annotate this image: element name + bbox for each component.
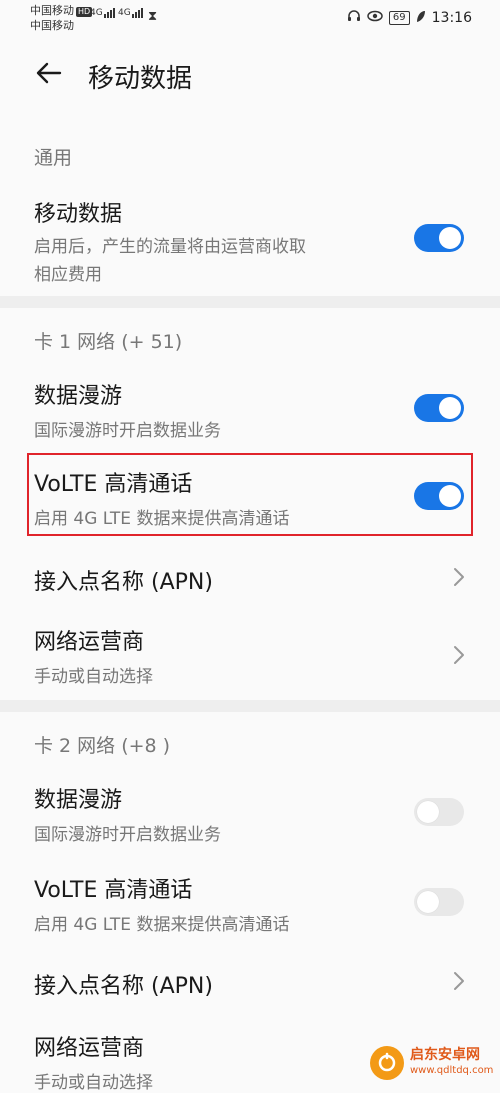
row-subtitle: 启用 4G LTE 数据来提供高清通话 (34, 915, 290, 935)
row-title: 数据漫游 (34, 384, 123, 409)
sim1-roaming-toggle[interactable] (414, 394, 464, 422)
chevron-right-icon (454, 646, 464, 664)
section-header-sim2: 卡 2 网络 (+8 ) (34, 735, 171, 757)
row-sim2-roaming[interactable]: 数据漫游 国际漫游时开启数据业务 (0, 772, 500, 854)
row-sim1-apn[interactable]: 接入点名称 (APN) (0, 546, 500, 610)
signal-1-label: 4G (90, 8, 103, 18)
row-title: 接入点名称 (APN) (34, 974, 213, 999)
watermark: 启东安卓网 www.qdltdq.com (370, 1046, 493, 1080)
row-subtitle: 手动或自动选择 (34, 667, 153, 687)
status-time: 13:16 (431, 10, 472, 26)
sim2-volte-toggle[interactable] (414, 888, 464, 916)
app-bar: 移动数据 (0, 44, 500, 108)
carrier-2: 中国移动 (30, 19, 74, 32)
row-sim2-apn[interactable]: 接入点名称 (APN) (0, 950, 500, 1014)
watermark-logo-icon (370, 1046, 404, 1080)
sim2-roaming-toggle[interactable] (414, 798, 464, 826)
row-sim2-volte[interactable]: VoLTE 高清通话 启用 4G LTE 数据来提供高清通话 (0, 862, 500, 944)
section-divider (0, 700, 500, 712)
row-title: 网络运营商 (34, 630, 145, 655)
leaf-icon (416, 10, 426, 27)
row-subtitle: 手动或自动选择 (34, 1073, 153, 1093)
row-subtitle: 启用 4G LTE 数据来提供高清通话 (34, 509, 290, 529)
row-title: VoLTE 高清通话 (34, 878, 193, 903)
chevron-right-icon (454, 972, 464, 990)
row-title: 接入点名称 (APN) (34, 570, 213, 595)
signal-2-label: 4G (118, 8, 131, 18)
row-title: VoLTE 高清通话 (34, 472, 193, 497)
signal-1-icon: 4G (90, 8, 115, 18)
eye-icon (367, 10, 383, 26)
headset-icon (347, 9, 361, 27)
row-title: 网络运营商 (34, 1036, 145, 1061)
row-sim1-operator[interactable]: 网络运营商 手动或自动选择 (0, 614, 500, 698)
status-bar: 中国移动 HD 中国移动 4G 4G ⧗ 69 13:16 (0, 0, 500, 36)
row-subtitle-2: 相应费用 (34, 265, 102, 285)
row-sim1-volte[interactable]: VoLTE 高清通话 启用 4G LTE 数据来提供高清通话 (0, 456, 500, 536)
signal-2-icon: 4G (118, 8, 143, 18)
row-subtitle: 国际漫游时开启数据业务 (34, 421, 221, 441)
status-right: 69 13:16 (347, 9, 472, 27)
section-header-general: 通用 (34, 147, 73, 169)
back-arrow-icon[interactable] (34, 58, 64, 88)
row-subtitle: 启用后，产生的流量将由运营商收取 (34, 237, 306, 257)
sim1-volte-toggle[interactable] (414, 482, 464, 510)
carrier-1-label: 中国移动 (30, 4, 74, 17)
carrier-1: 中国移动 HD (30, 4, 93, 17)
section-header-sim1: 卡 1 网络 (+ 51) (34, 331, 183, 353)
section-divider (0, 296, 500, 308)
battery-icon: 69 (388, 11, 410, 25)
hourglass-icon: ⧗ (148, 9, 158, 24)
row-sim1-roaming[interactable]: 数据漫游 国际漫游时开启数据业务 (0, 370, 500, 452)
row-mobile-data[interactable]: 移动数据 启用后，产生的流量将由运营商收取 相应费用 (0, 186, 500, 294)
watermark-name: 启东安卓网 (410, 1047, 480, 1063)
row-title: 数据漫游 (34, 788, 123, 813)
watermark-url: www.qdltdq.com (410, 1065, 494, 1076)
row-subtitle: 国际漫游时开启数据业务 (34, 825, 221, 845)
watermark-text: 启东安卓网 www.qdltdq.com (410, 1048, 493, 1078)
page-title: 移动数据 (88, 64, 193, 94)
row-title: 移动数据 (34, 202, 123, 227)
chevron-right-icon (454, 568, 464, 586)
mobile-data-toggle[interactable] (414, 224, 464, 252)
